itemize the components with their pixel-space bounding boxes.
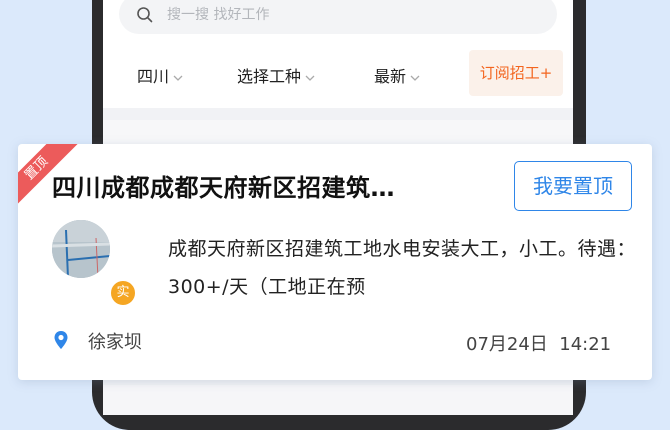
filter-sort-label: 最新 [374,67,407,86]
filter-sort[interactable]: 最新 [374,63,421,87]
job-card[interactable]: 置顶 四川成都成都天府新区招建筑… 我要置顶 实 成都天府新区招建筑工地水电安装… [18,144,652,380]
avatar-image [52,220,110,278]
chevron-down-icon [410,75,420,81]
post-date: 07月24日 [466,334,548,355]
filter-region[interactable]: 四川 [137,63,184,87]
job-location: 徐家坝 [88,332,142,353]
search-input[interactable]: 搜一搜 找好工作 [167,4,269,24]
job-title[interactable]: 四川成都成都天府新区招建筑… [52,168,395,203]
location-pin-icon [54,331,68,349]
top-bar: 搜一搜 找好工作 四川 选择工种 最新 订阅招工+ [103,0,573,108]
chevron-down-icon [173,75,183,81]
search-bar[interactable]: 搜一搜 找好工作 [119,0,557,34]
post-clock-time: 14:21 [559,334,612,355]
search-icon [137,7,153,23]
next-list-item [103,385,573,415]
subscribe-button[interactable]: 订阅招工+ [469,50,563,96]
verified-badge: 实 [110,280,136,306]
filter-region-label: 四川 [137,67,170,86]
avatar [52,220,110,278]
post-time: 07月24日 14:21 [466,330,611,356]
job-description: 成都天府新区招建筑工地水电安装大工，小工。待遇：300+/天（工地正在预 [168,238,637,298]
filter-trade[interactable]: 选择工种 [237,63,316,87]
filter-trade-label: 选择工种 [237,67,302,86]
pin-to-top-button[interactable]: 我要置顶 [514,161,632,211]
chevron-down-icon [305,75,315,81]
